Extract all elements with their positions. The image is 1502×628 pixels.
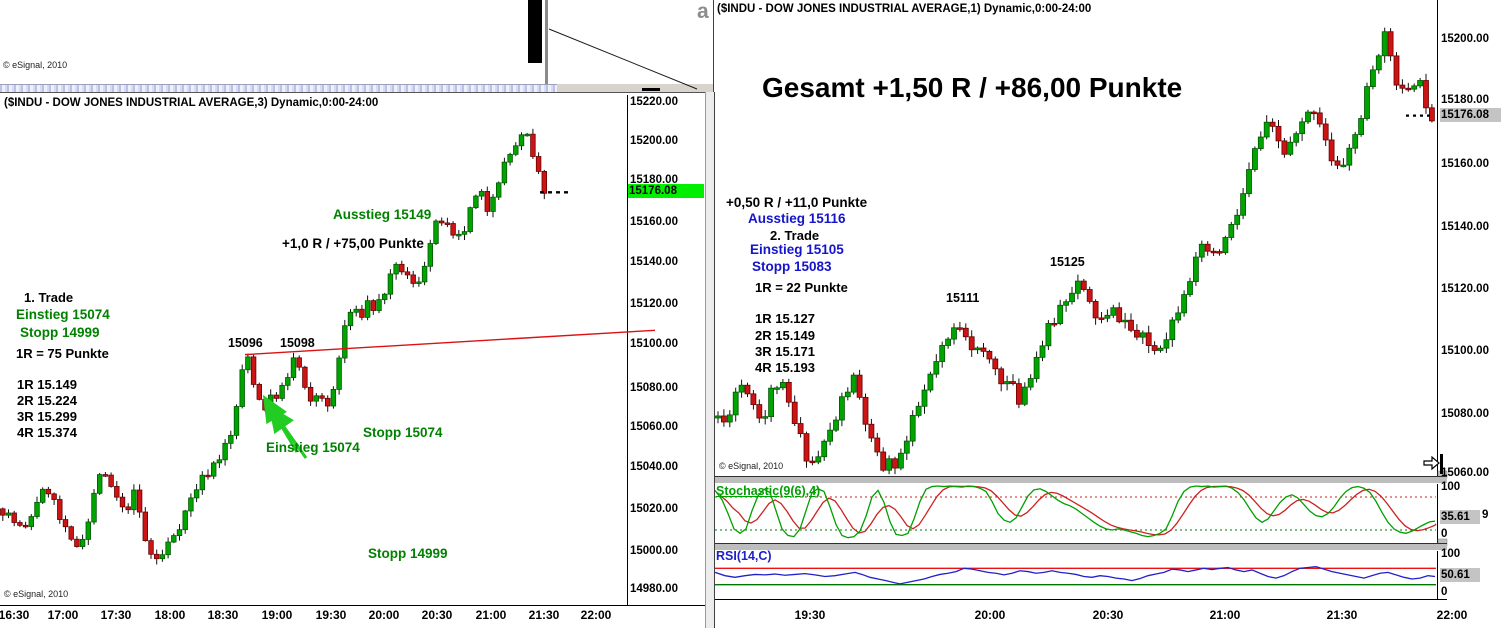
right-trade-number: 2. Trade bbox=[770, 228, 819, 243]
right-headline: Gesamt +1,50 R / +86,00 Punkte bbox=[762, 72, 1182, 104]
rsi-panel-divider[interactable] bbox=[713, 543, 1447, 551]
left-einstieg-label: Einstieg 15074 bbox=[16, 307, 110, 322]
rsi-label: RSI(14,C) bbox=[716, 549, 772, 563]
right-chart-title: ($INDU - DOW JONES INDUSTRIAL AVERAGE,1)… bbox=[717, 3, 1091, 15]
price-tick: 15000.00 bbox=[630, 545, 678, 557]
time-tick: 17:00 bbox=[48, 608, 79, 622]
time-tick: 18:30 bbox=[208, 608, 239, 622]
time-tick: 22:00 bbox=[1437, 608, 1468, 622]
price-tick: 15100.00 bbox=[1441, 345, 1489, 357]
time-tick: 21:00 bbox=[476, 608, 507, 622]
time-tick: 20:30 bbox=[1093, 608, 1124, 622]
right-einstieg-label: Einstieg 15105 bbox=[750, 242, 844, 257]
left-einstieg-arrow-label: Einstieg 15074 bbox=[266, 440, 360, 455]
left-r2-label: 2R 15.224 bbox=[17, 393, 77, 408]
right-high1-label: 15111 bbox=[946, 291, 979, 305]
left-ausstieg-label: Ausstieg 15149 bbox=[333, 207, 431, 222]
esignal-workspace: © eSignal, 2010 a ($INDU - DOW JONES IND… bbox=[0, 0, 1502, 628]
time-tick: 20:00 bbox=[369, 608, 400, 622]
right-result-label: +0,50 R / +11,0 Punkte bbox=[726, 195, 867, 210]
right-time-axis[interactable]: 19:30 20:00 20:30 21:00 21:30 22:00 bbox=[713, 606, 1502, 628]
price-tick: 15020.00 bbox=[630, 503, 678, 515]
stoch-bottom-label: 0 bbox=[1441, 528, 1447, 540]
left-stopp-label: Stopp 14999 bbox=[20, 325, 100, 340]
right-risk-label: 1R = 22 Punkte bbox=[755, 280, 848, 295]
stoch-stray-digit: 9 bbox=[1482, 509, 1488, 521]
left-stopp-low-label: Stopp 14999 bbox=[368, 546, 448, 561]
price-tick: 15120.00 bbox=[1441, 283, 1489, 295]
price-tick: 14980.00 bbox=[630, 583, 678, 595]
left-r1-label: 1R 15.149 bbox=[17, 377, 77, 392]
right-chart-copyright: © eSignal, 2010 bbox=[719, 461, 783, 471]
left-result-label: +1,0 R / +75,00 Punkte bbox=[282, 236, 424, 251]
right-last-price-box: 15176.08 bbox=[1440, 108, 1501, 122]
time-tick: 18:00 bbox=[155, 608, 186, 622]
time-tick: 21:30 bbox=[529, 608, 560, 622]
right-ausstieg-label: Ausstieg 15116 bbox=[748, 211, 846, 226]
right-r4-label: 4R 15.193 bbox=[755, 360, 815, 375]
price-tick: 15120.00 bbox=[630, 298, 678, 310]
stoch-label: Stochastic(9(6),4) bbox=[716, 484, 820, 498]
left-window-right-border[interactable] bbox=[705, 92, 715, 628]
time-tick: 20:00 bbox=[975, 608, 1006, 622]
price-tick: 15060.00 bbox=[1441, 467, 1489, 479]
left-trade-number: 1. Trade bbox=[24, 290, 73, 305]
time-tick: 17:30 bbox=[101, 608, 132, 622]
overlay-letter: a bbox=[697, 0, 709, 24]
stoch-panel-divider[interactable] bbox=[713, 476, 1447, 484]
left-high1-label: 15096 bbox=[228, 336, 263, 350]
left-r4-label: 4R 15.374 bbox=[17, 425, 77, 440]
left-price-axis[interactable]: 15220.0015200.0015180.0015160.0015140.00… bbox=[628, 95, 705, 628]
time-tick: 22:00 bbox=[581, 608, 612, 622]
right-r3-label: 3R 15.171 bbox=[755, 344, 815, 359]
time-tick: 21:30 bbox=[1327, 608, 1358, 622]
price-tick: 15080.00 bbox=[630, 382, 678, 394]
right-stopp-label: Stopp 15083 bbox=[752, 259, 832, 274]
left-chart-title: ($INDU - DOW JONES INDUSTRIAL AVERAGE,3)… bbox=[4, 97, 378, 109]
left-risk-label: 1R = 75 Punkte bbox=[16, 346, 109, 361]
price-tick: 15080.00 bbox=[1441, 408, 1489, 420]
price-tick: 15180.00 bbox=[1441, 94, 1489, 106]
right-r1-label: 1R 15.127 bbox=[755, 311, 815, 326]
price-tick: 15100.00 bbox=[630, 338, 678, 350]
price-tick: 15140.00 bbox=[630, 256, 678, 268]
price-tick: 15040.00 bbox=[630, 461, 678, 473]
price-tick: 15060.00 bbox=[630, 421, 678, 433]
left-high2-label: 15098 bbox=[280, 336, 315, 350]
price-tick: 15200.00 bbox=[1441, 33, 1489, 45]
left-time-axis[interactable]: 16:30 17:00 17:30 18:00 18:30 19:00 19:30 20:00… bbox=[0, 606, 712, 628]
time-tick: 20:30 bbox=[422, 608, 453, 622]
left-chart-copyright: © eSignal, 2010 bbox=[4, 589, 68, 599]
right-r2-label: 2R 15.149 bbox=[755, 328, 815, 343]
stoch-top-label: 100 bbox=[1441, 481, 1460, 493]
left-stopp-trail-label: Stopp 15074 bbox=[363, 425, 443, 440]
resize-cursor-icon bbox=[1422, 452, 1446, 476]
rsi-bottom-label: 0 bbox=[1441, 586, 1447, 598]
time-tick: 19:00 bbox=[262, 608, 293, 622]
time-tick: 19:30 bbox=[316, 608, 347, 622]
stoch-value-box: 35.61 bbox=[1440, 510, 1480, 524]
left-r3-label: 3R 15.299 bbox=[17, 409, 77, 424]
price-tick: 15160.00 bbox=[1441, 158, 1489, 170]
time-tick: 16:30 bbox=[0, 608, 29, 622]
right-high2-label: 15125 bbox=[1050, 255, 1085, 269]
time-tick: 21:00 bbox=[1210, 608, 1241, 622]
time-tick: 19:30 bbox=[795, 608, 826, 622]
left-last-price-box: 15176.08 bbox=[628, 184, 704, 198]
price-tick: 15220.00 bbox=[630, 96, 678, 108]
price-tick: 15140.00 bbox=[1441, 221, 1489, 233]
rsi-top-label: 100 bbox=[1441, 548, 1460, 560]
price-tick: 15200.00 bbox=[630, 135, 678, 147]
rsi-value-box: 50.61 bbox=[1440, 568, 1480, 582]
chart-canvas[interactable] bbox=[0, 0, 1502, 628]
price-tick: 15160.00 bbox=[630, 216, 678, 228]
